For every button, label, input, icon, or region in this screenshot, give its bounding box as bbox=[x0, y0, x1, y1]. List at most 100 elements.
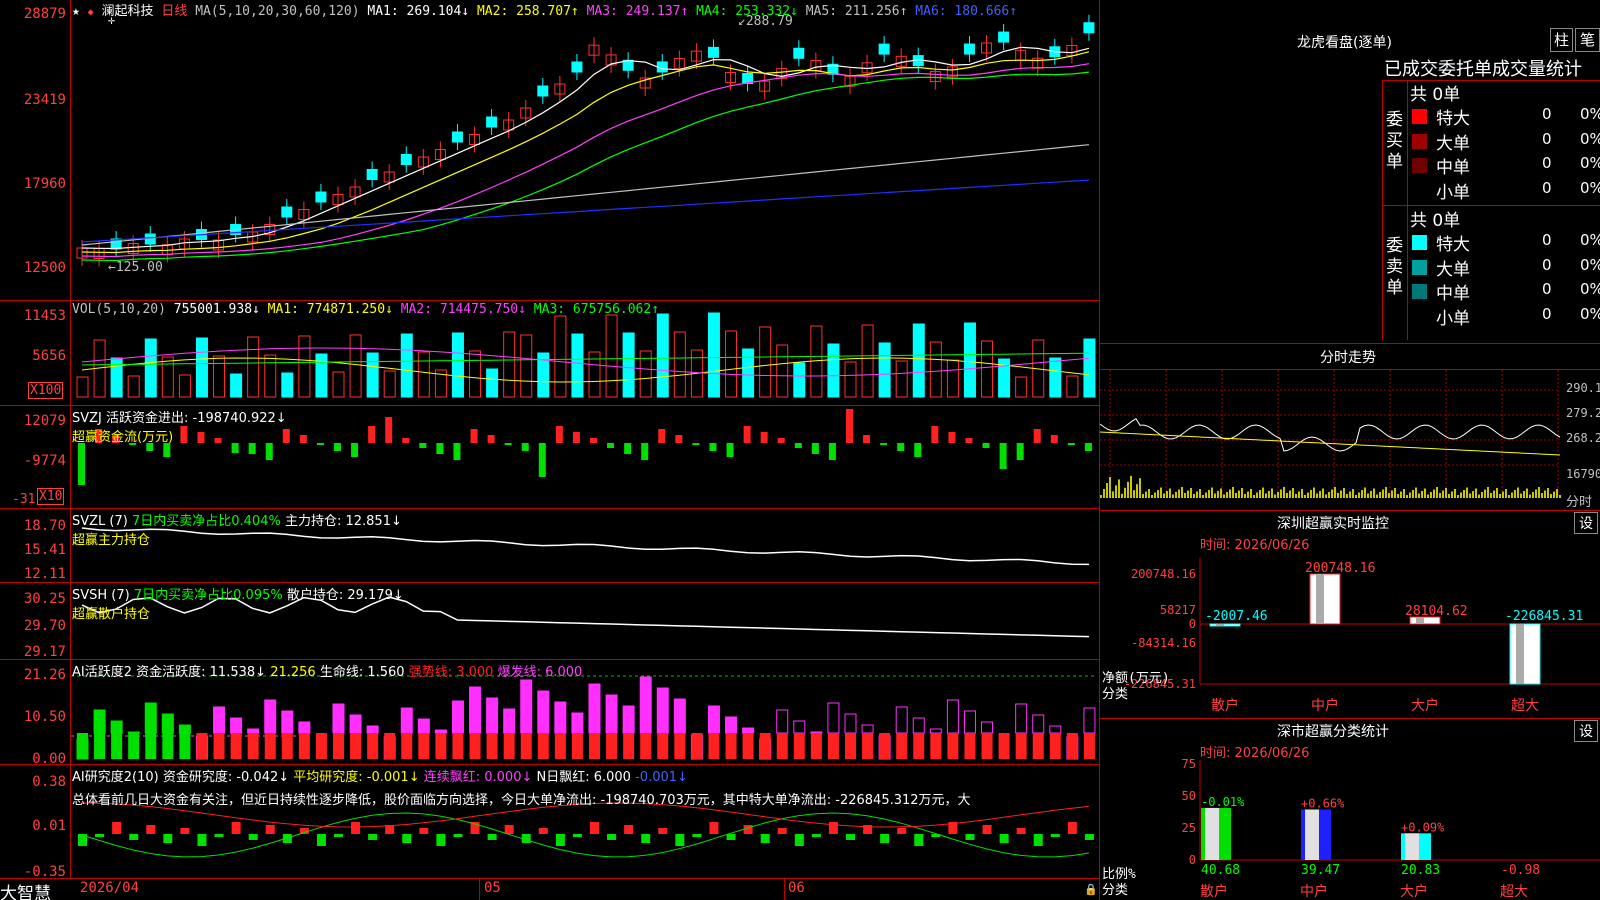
research-bar bbox=[1033, 834, 1043, 846]
activity-bar bbox=[503, 708, 516, 734]
ai-active-header: AI活跃度2 资金活跃度: 11.538↓ 21.256 生命线: 1.560 … bbox=[72, 661, 582, 680]
candle bbox=[1083, 22, 1095, 34]
research-bar bbox=[794, 834, 804, 846]
research-bar bbox=[419, 828, 429, 834]
activity-base bbox=[264, 733, 276, 759]
bar-mode-button[interactable]: 柱 bbox=[1550, 28, 1573, 52]
activity-bar bbox=[929, 728, 942, 734]
price-line bbox=[1100, 418, 1561, 452]
volume-tick bbox=[1349, 491, 1351, 498]
volume-bar bbox=[1066, 375, 1079, 398]
flow-bar bbox=[1309, 573, 1341, 625]
y-tick: 0.01 bbox=[32, 818, 66, 834]
flow-bar bbox=[743, 426, 751, 443]
volume-tick bbox=[1532, 492, 1534, 498]
volume-tick bbox=[1370, 491, 1372, 498]
research-bar bbox=[95, 834, 105, 837]
intraday-chart[interactable]: 290.1 279.2 268.2 16790 分时 bbox=[1100, 370, 1600, 510]
volume-tick bbox=[1115, 485, 1117, 498]
research-bar bbox=[351, 822, 361, 834]
volume-tick bbox=[1307, 492, 1309, 498]
y-tick: 12079 bbox=[23, 413, 66, 429]
activity-bar bbox=[946, 699, 959, 734]
volume-tick bbox=[1244, 494, 1246, 498]
settings-button[interactable]: 设 bbox=[1574, 720, 1598, 742]
lhb-row: 小单 0 0% bbox=[1410, 178, 1600, 203]
lhb-row: 大单 0 0% bbox=[1410, 255, 1600, 280]
volume-tick bbox=[1421, 491, 1423, 498]
period-label[interactable]: 日线 bbox=[161, 4, 187, 19]
research-bar bbox=[231, 822, 241, 834]
divider bbox=[1407, 80, 1408, 340]
activity-bar bbox=[861, 724, 874, 734]
volume-bar bbox=[742, 348, 755, 398]
research-bar bbox=[402, 834, 412, 843]
research-bar bbox=[146, 825, 156, 834]
y-tick: 10.50 bbox=[23, 709, 66, 725]
ma-header: MA(5,10,20,30,60,120) bbox=[195, 4, 360, 19]
row-percent: 0% bbox=[1580, 231, 1600, 249]
sz-monitor-chart[interactable]: 200748.16 582170 -84314.16 -226845.31 -2007.… bbox=[1100, 548, 1600, 718]
ma6-value: MA6: 180.666↑ bbox=[915, 4, 1018, 19]
row-percent: 0% bbox=[1580, 280, 1600, 298]
x-axis-date: 06 bbox=[788, 880, 805, 896]
y-tick: -9774 bbox=[23, 453, 66, 469]
volume-tick bbox=[1169, 488, 1171, 498]
activity-base bbox=[896, 733, 908, 759]
ai-research-d: N日飘红: 6.000 bbox=[536, 770, 631, 785]
volume-bar bbox=[1083, 338, 1096, 398]
intraday-title: 分时走势 bbox=[1320, 350, 1376, 366]
bar-value: -2007.46 bbox=[1205, 609, 1268, 624]
research-bar bbox=[709, 822, 719, 834]
volume-tick bbox=[1118, 479, 1120, 498]
volume-tick bbox=[1502, 491, 1504, 498]
volume-tick bbox=[1346, 494, 1348, 498]
volume-tick bbox=[1232, 487, 1234, 498]
research-bar bbox=[453, 834, 463, 837]
pct-label: -0.98 bbox=[1501, 863, 1540, 878]
volume-tick bbox=[1304, 495, 1306, 498]
row-percent: 0% bbox=[1580, 178, 1600, 197]
activity-bar bbox=[298, 721, 311, 734]
y-tick: 5656 bbox=[32, 348, 66, 364]
volume-tick bbox=[1139, 478, 1141, 498]
activity-bar bbox=[895, 706, 908, 734]
flow-bar bbox=[794, 443, 802, 448]
x-axis-label: 分类 bbox=[1102, 883, 1128, 898]
category-label: 大户 bbox=[1411, 697, 1439, 714]
volume-bar bbox=[759, 326, 772, 398]
settings-button[interactable]: 设 bbox=[1574, 512, 1598, 534]
flow-bar bbox=[590, 438, 597, 443]
volume-tick bbox=[1523, 491, 1525, 498]
volume-bar bbox=[486, 368, 499, 398]
flow-bar bbox=[504, 443, 512, 445]
volume-tick bbox=[1289, 490, 1291, 498]
ma-line bbox=[81, 179, 1089, 243]
volume-tick bbox=[1238, 490, 1240, 498]
volume-tick bbox=[1388, 493, 1390, 498]
research-bar bbox=[743, 825, 753, 834]
research-bar bbox=[436, 834, 446, 846]
activity-base bbox=[571, 733, 583, 759]
volume-tick bbox=[1373, 488, 1375, 498]
volume-tick bbox=[1490, 493, 1492, 498]
divider bbox=[1100, 343, 1600, 344]
sz-class-chart[interactable]: 75 50 25 0 -0.01% 40.68 散户 +0.66% 39.47 中户 +0.09% 2… bbox=[1100, 756, 1600, 900]
y-tick: 21.26 bbox=[23, 667, 66, 683]
candle bbox=[571, 61, 583, 73]
ma-line bbox=[81, 144, 1089, 246]
activity-base bbox=[196, 733, 208, 759]
activity-bar bbox=[981, 721, 994, 734]
tick-mode-button[interactable]: 笔 bbox=[1575, 28, 1600, 52]
volume-tick bbox=[1331, 489, 1333, 498]
activity-bar bbox=[247, 728, 260, 734]
activity-base bbox=[776, 733, 788, 759]
activity-base bbox=[486, 733, 498, 759]
star-icon[interactable]: ★ bbox=[72, 4, 80, 19]
y-tick: 16790 bbox=[1566, 467, 1600, 481]
color-swatch bbox=[1412, 158, 1427, 173]
activity-bar bbox=[110, 720, 123, 734]
lock-icon[interactable]: 🔒 bbox=[1084, 883, 1098, 896]
activity-base bbox=[810, 733, 822, 759]
research-bar bbox=[112, 822, 122, 834]
